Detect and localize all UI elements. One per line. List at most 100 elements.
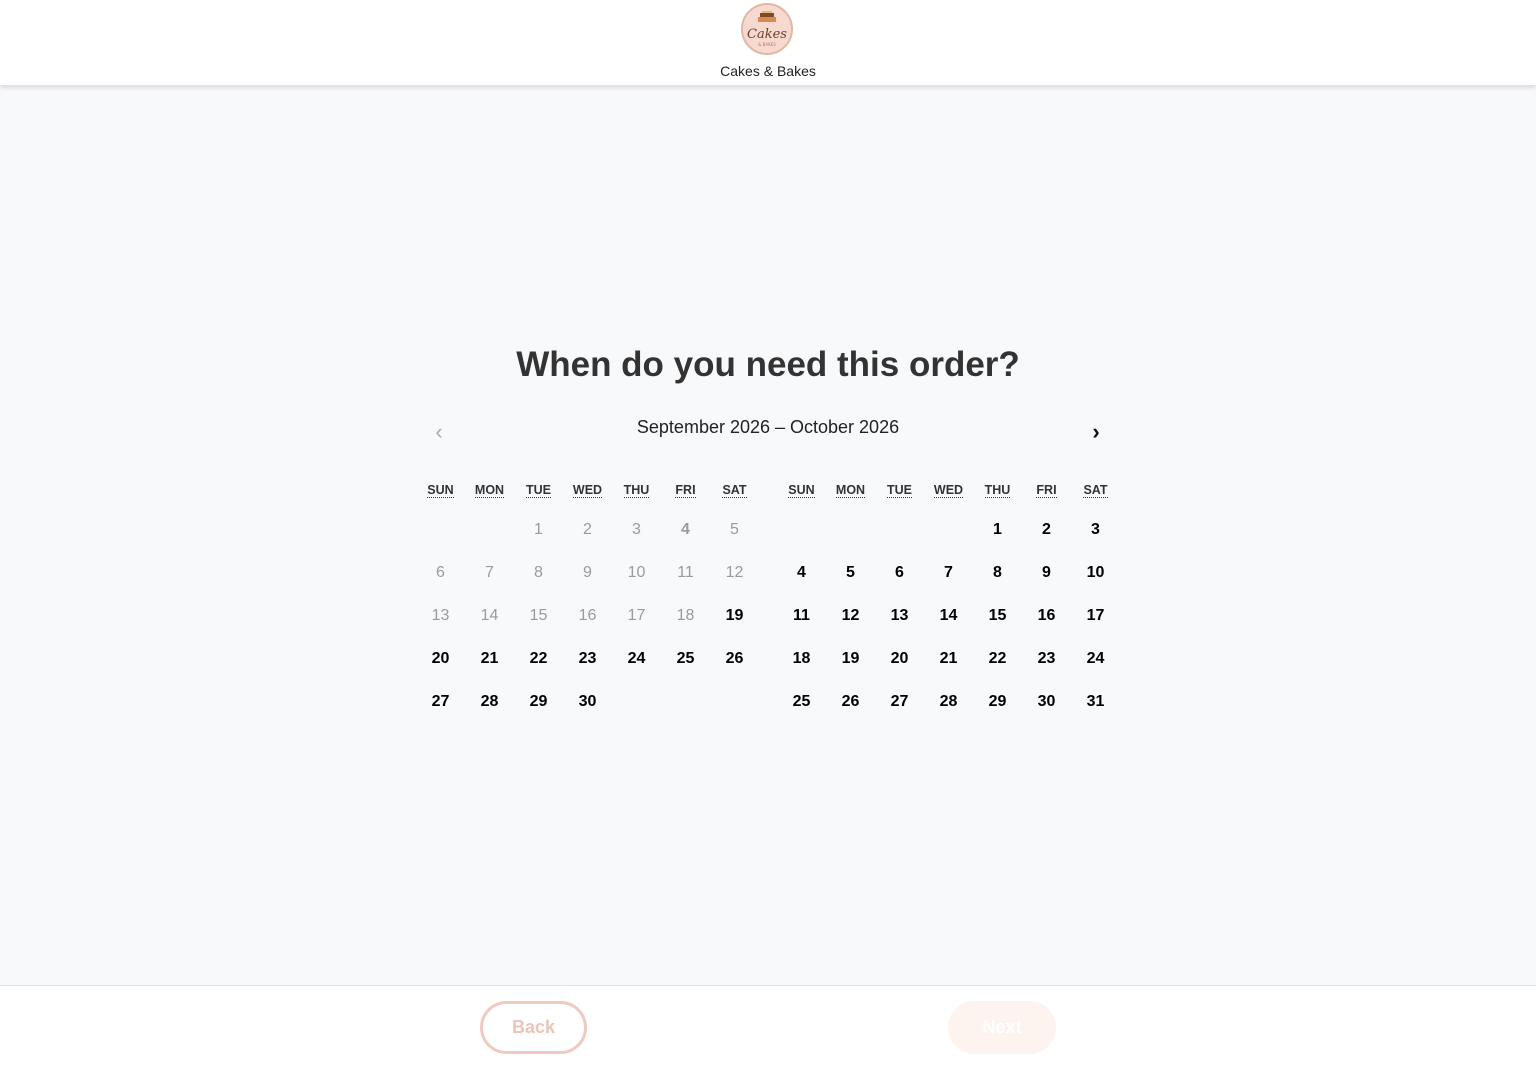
back-button[interactable]: Back (480, 1001, 587, 1054)
day-cell-disabled: 5 (730, 521, 739, 538)
month-range-label: September 2026 – October 2026 (636, 417, 900, 437)
header: Cakes & BAKES Cakes & Bakes (0, 0, 1536, 86)
weekday-label: MON (465, 480, 514, 500)
day-cell-available[interactable]: 24 (612, 637, 661, 680)
weekday-label: TUE (514, 480, 563, 500)
day-cell-available[interactable]: 18 (777, 637, 826, 680)
cake-logo-icon[interactable]: Cakes & BAKES (741, 3, 793, 55)
day-cell-available[interactable]: 23 (1022, 637, 1071, 680)
day-cell-available[interactable]: 29 (973, 680, 1022, 723)
day-cell-available[interactable]: 2 (1022, 508, 1071, 551)
day-cell-disabled: 12 (725, 564, 744, 581)
weekday-header: SUN MON TUE WED THU FRI SAT (416, 480, 759, 500)
day-cell-available[interactable]: 15 (973, 594, 1022, 637)
day-cell-disabled: 8 (534, 564, 543, 581)
day-cell-available[interactable]: 25 (661, 637, 710, 680)
day-cell-available[interactable]: 24 (1071, 637, 1120, 680)
month-september-2026: SUN MON TUE WED THU FRI SAT 1 2 3 4 5 6 7 8 9 10 11 12 13 1… (416, 480, 759, 723)
weekday-label-text: SAT (1083, 483, 1108, 498)
weekday-label: SUN (416, 480, 465, 500)
page-title: When do you need this order? (516, 345, 1020, 384)
day-cell-disabled: 3 (632, 521, 641, 538)
day-cell-disabled: 16 (578, 607, 597, 624)
chevron-right-icon: › (1092, 419, 1100, 444)
weekday-label: FRI (1022, 480, 1071, 500)
weekday-label: TUE (875, 480, 924, 500)
day-cell-disabled: 14 (480, 607, 499, 624)
day-cell-available[interactable]: 8 (973, 551, 1022, 594)
weekday-label: THU (973, 480, 1022, 500)
weekday-label: FRI (661, 480, 710, 500)
footer: Back Next (0, 985, 1536, 1068)
day-cell-disabled: 1 (534, 521, 543, 538)
weekday-label-text: TUE (887, 483, 912, 498)
day-cell-available[interactable]: 19 (826, 637, 875, 680)
day-cell-disabled: 2 (583, 521, 592, 538)
day-cell-available[interactable]: 7 (924, 551, 973, 594)
weekday-header: SUN MON TUE WED THU FRI SAT (777, 480, 1120, 500)
day-cell-disabled: 9 (583, 564, 592, 581)
day-cell-available[interactable]: 25 (777, 680, 826, 723)
next-button[interactable]: Next (948, 1001, 1056, 1054)
day-cell-available[interactable]: 9 (1022, 551, 1071, 594)
day-cell-available[interactable]: 5 (826, 551, 875, 594)
day-cell-available[interactable]: 21 (924, 637, 973, 680)
week-row: 27 28 29 30 (416, 680, 759, 723)
day-cell-available[interactable]: 10 (1071, 551, 1120, 594)
week-row: 13 14 15 16 17 18 19 (416, 594, 759, 637)
weekday-label-text: THU (623, 483, 650, 498)
day-cell-empty (826, 508, 875, 551)
day-cell-empty (661, 680, 710, 723)
weekday-label-text: FRI (675, 483, 696, 498)
weekday-label: SAT (1071, 480, 1120, 500)
weekday-label-text: MON (474, 483, 505, 498)
weekday-label: MON (826, 480, 875, 500)
day-cell-available[interactable]: 12 (826, 594, 875, 637)
day-cell-disabled: 11 (677, 564, 694, 581)
week-row: 6 7 8 9 10 11 12 (416, 551, 759, 594)
day-cell-available[interactable]: 6 (875, 551, 924, 594)
day-cell-available[interactable]: 13 (875, 594, 924, 637)
day-cell-available[interactable]: 14 (924, 594, 973, 637)
day-cell-available[interactable]: 26 (710, 637, 759, 680)
day-cell-available[interactable]: 22 (514, 637, 563, 680)
day-cell-available[interactable]: 16 (1022, 594, 1071, 637)
day-cell-disabled: 7 (485, 564, 494, 581)
day-cell-disabled: 18 (676, 607, 695, 624)
day-cell-available[interactable]: 21 (465, 637, 514, 680)
day-cell-available[interactable]: 30 (563, 680, 612, 723)
day-cell-available[interactable]: 28 (924, 680, 973, 723)
weekday-label-text: WED (572, 483, 603, 498)
day-cell-available[interactable]: 1 (973, 508, 1022, 551)
week-row: 123 (777, 508, 1120, 551)
day-cell-available[interactable]: 19 (710, 594, 759, 637)
day-cell-empty (924, 508, 973, 551)
week-row: 20 21 22 23 24 25 26 (416, 637, 759, 680)
day-cell-available[interactable]: 20 (875, 637, 924, 680)
day-cell-available[interactable]: 27 (416, 680, 465, 723)
day-cell-empty (612, 680, 661, 723)
day-cell-empty (710, 680, 759, 723)
day-cell-available[interactable]: 4 (777, 551, 826, 594)
weekday-label-text: SUN (788, 483, 815, 498)
day-cell-available[interactable]: 28 (465, 680, 514, 723)
weekday-label-text: FRI (1036, 483, 1057, 498)
day-cell-available[interactable]: 22 (973, 637, 1022, 680)
day-cell-available[interactable]: 31 (1071, 680, 1120, 723)
next-month-button[interactable]: › (1081, 418, 1111, 446)
day-cell-available[interactable]: 23 (563, 637, 612, 680)
day-cell-available[interactable]: 3 (1071, 508, 1120, 551)
day-cell-disabled: 4 (681, 521, 690, 538)
day-cell-available[interactable]: 26 (826, 680, 875, 723)
day-cell-available[interactable]: 30 (1022, 680, 1071, 723)
weekday-label-text: MON (835, 483, 866, 498)
day-cell-available[interactable]: 20 (416, 637, 465, 680)
day-cell-disabled: 10 (627, 564, 646, 581)
day-cell-available[interactable]: 27 (875, 680, 924, 723)
day-cell-available[interactable]: 29 (514, 680, 563, 723)
weekday-label-text: WED (933, 483, 964, 498)
day-cell-available[interactable]: 17 (1071, 594, 1120, 637)
week-row: 11 12 13 14 15 16 17 (777, 594, 1120, 637)
svg-text:Cakes: Cakes (747, 27, 787, 42)
day-cell-available[interactable]: 11 (777, 594, 826, 637)
